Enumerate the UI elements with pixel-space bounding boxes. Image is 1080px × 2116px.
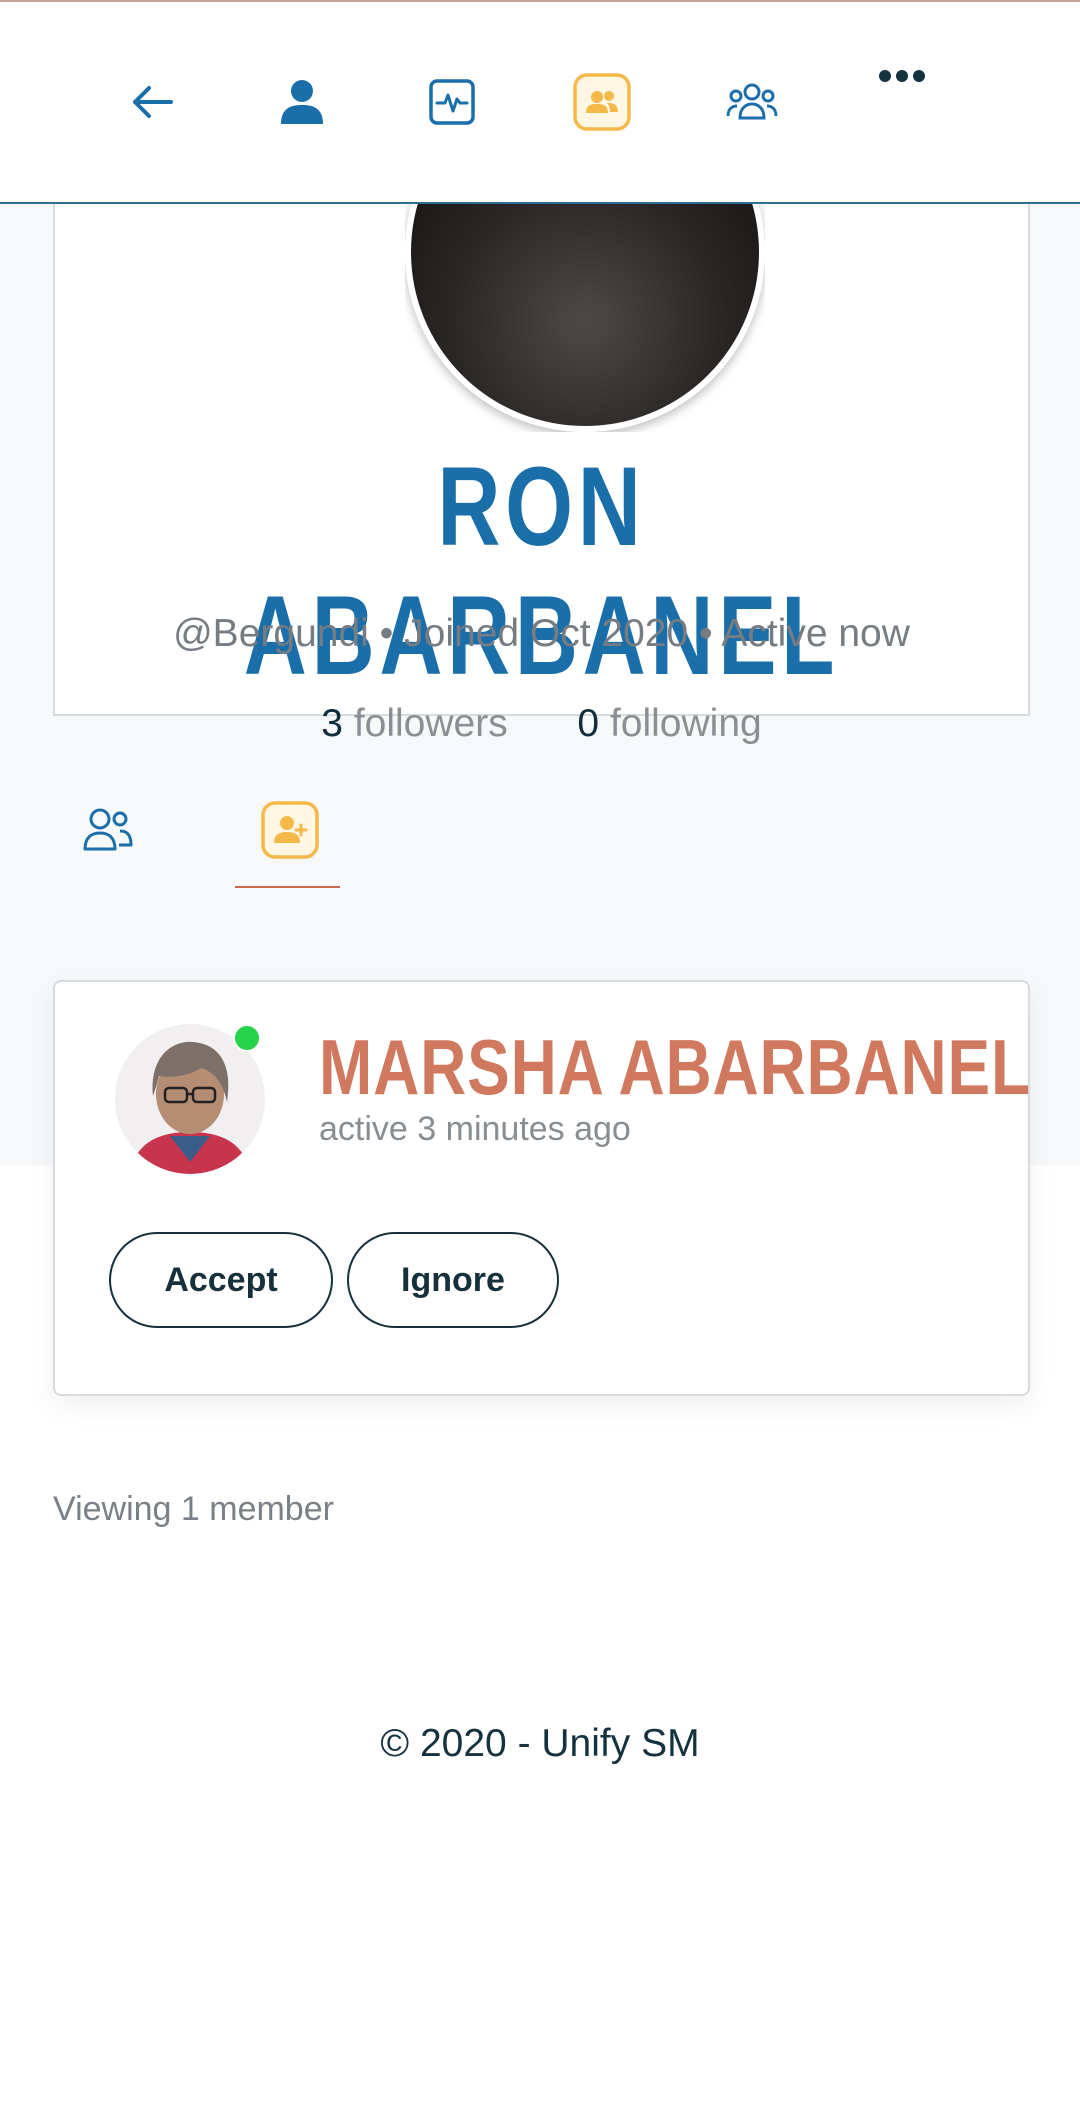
top-nav bbox=[0, 0, 1080, 204]
member-card: MARSHA ABARBANEL active 3 minutes ago Ac… bbox=[53, 980, 1030, 1396]
followers-count: 3 bbox=[321, 702, 343, 745]
groups-button[interactable] bbox=[722, 72, 782, 132]
profile-name: RON ABARBANEL bbox=[243, 444, 840, 698]
groups-icon bbox=[726, 83, 778, 120]
people-icon bbox=[83, 808, 133, 851]
following-link[interactable]: 0 following bbox=[577, 702, 761, 745]
following-label: following bbox=[609, 702, 762, 745]
activity-icon bbox=[429, 79, 475, 125]
more-button[interactable] bbox=[872, 46, 932, 106]
profile-counts: 3 followers 0 following bbox=[55, 702, 1028, 746]
member-name[interactable]: MARSHA ABARBANEL bbox=[319, 1022, 1031, 1113]
more-dots-icon bbox=[879, 70, 925, 82]
tab-requests[interactable] bbox=[260, 800, 320, 860]
friend-requests-icon bbox=[261, 801, 319, 859]
member-count-text: Viewing 1 member bbox=[53, 1490, 334, 1528]
active-tab-indicator bbox=[235, 886, 340, 888]
person-icon bbox=[281, 80, 323, 124]
online-status-indicator bbox=[233, 1024, 261, 1052]
followers-label: followers bbox=[353, 702, 508, 745]
member-activity: active 3 minutes ago bbox=[319, 1110, 631, 1148]
profile-card: RON ABARBANEL @Bergundi • Joined Oct 202… bbox=[53, 150, 1030, 745]
profile-button[interactable] bbox=[272, 72, 332, 132]
tab-friends[interactable] bbox=[78, 800, 138, 860]
arrow-left-icon bbox=[133, 86, 173, 118]
ignore-button[interactable]: Ignore bbox=[347, 1232, 559, 1328]
connections-button[interactable] bbox=[572, 72, 632, 132]
accept-button[interactable]: Accept bbox=[109, 1232, 333, 1328]
followers-link[interactable]: 3 followers bbox=[321, 702, 518, 745]
connections-icon bbox=[573, 73, 631, 131]
profile-meta: @Bergundi • Joined Oct 2020 • Active now bbox=[173, 612, 910, 655]
back-button[interactable] bbox=[122, 72, 182, 132]
footer-copyright: © 2020 - Unify SM bbox=[380, 1722, 700, 1765]
following-count: 0 bbox=[577, 702, 600, 745]
activity-button[interactable] bbox=[422, 72, 482, 132]
